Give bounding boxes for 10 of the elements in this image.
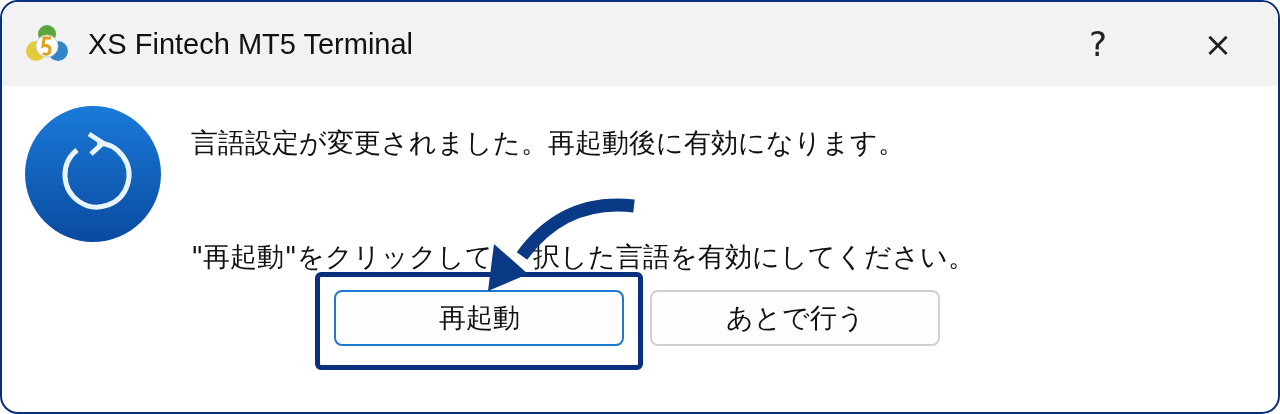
later-button[interactable]: あとで行う — [650, 290, 940, 346]
restart-button[interactable]: 再起動 — [334, 290, 624, 346]
window-title: XS Fintech MT5 Terminal — [88, 27, 415, 61]
help-button[interactable]: ? — [1038, 2, 1158, 86]
close-button[interactable]: × — [1158, 2, 1278, 86]
app-logo-icon — [24, 24, 70, 64]
restart-icon — [25, 106, 161, 242]
instruction-text: "再起動"をクリックして — [191, 240, 493, 274]
message-text: 言語設定が変更されました。再起動後に有効になります。 — [191, 126, 906, 160]
instruction-text: 択した言語を有効にしてください。 — [532, 240, 975, 274]
